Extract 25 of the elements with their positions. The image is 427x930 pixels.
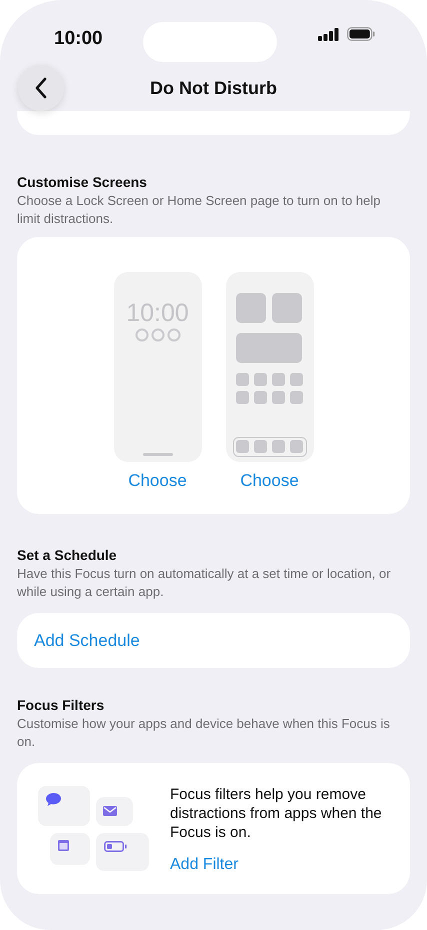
back-icon [34,77,48,99]
add-schedule-button[interactable]: Add Schedule [34,630,140,652]
message-icon [45,792,62,807]
battery-icon [346,27,375,41]
section-title: Set a Schedule [16,546,118,564]
add-filter-button[interactable]: Add Filter [170,854,238,876]
signal-icon [318,28,339,40]
mail-icon [103,806,117,816]
page-title: Do Not Disturb [150,76,277,100]
app-tile [96,833,149,871]
app-tile [38,786,90,826]
section-description: Have this Focus turn on automatically at a set time or location, or while using a certain app. [16,565,392,601]
app-tile [50,833,90,865]
section-title: Customise Screens [16,173,148,191]
calendar-icon [58,840,69,851]
choose-button[interactable]: Choose [128,470,187,492]
widget-circles-icon [134,328,180,342]
section-title: Focus Filters [16,696,106,714]
choose-button[interactable]: Choose [240,470,299,492]
battery-icon [104,841,127,852]
home-indicator [142,453,172,456]
section-description: Choose a Lock Screen or Home Screen page to turn on to help limit distractions. [16,192,382,228]
section-description: Customise how your apps and device behave when this Focus is on. [16,715,391,751]
filters-description: Focus filters help you remove distractions from apps when the Focus is on. [170,785,382,842]
status-time: 10:00 [54,27,103,51]
